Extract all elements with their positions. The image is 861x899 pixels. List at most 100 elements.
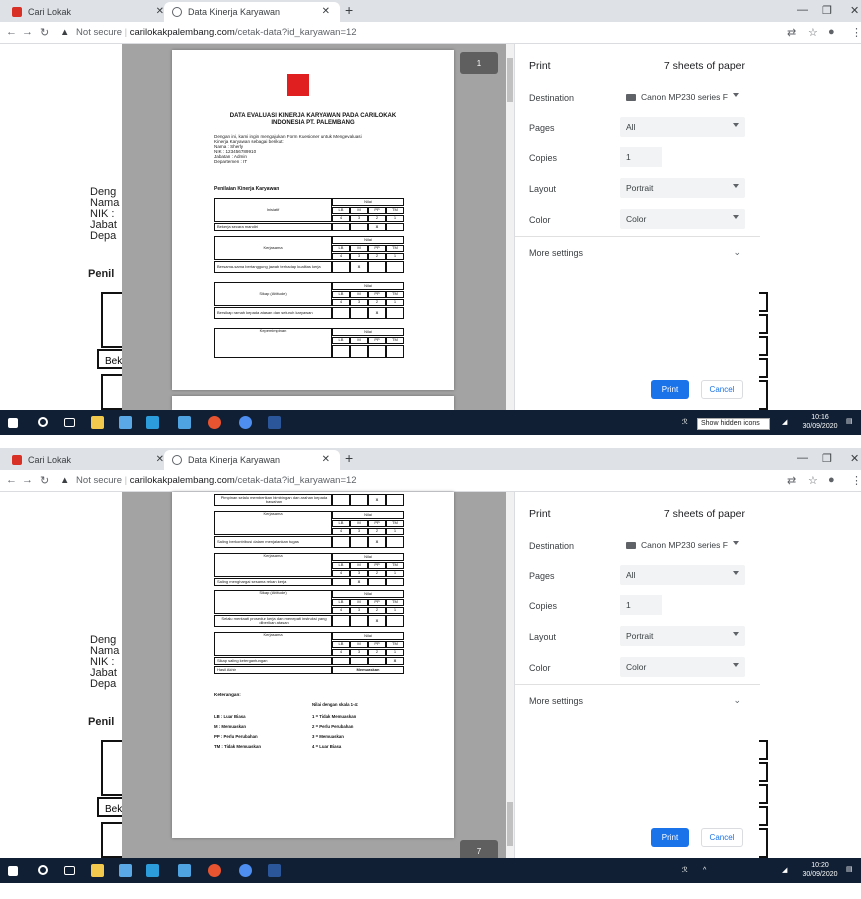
doc-cell: TM bbox=[386, 207, 404, 214]
close-icon[interactable]: ✕ bbox=[322, 6, 330, 17]
clock-date[interactable]: 30/09/2020 bbox=[798, 423, 842, 431]
back-icon[interactable]: ← bbox=[6, 26, 17, 38]
minimize-icon[interactable]: — bbox=[797, 452, 808, 464]
store-icon[interactable] bbox=[146, 416, 159, 429]
close-icon[interactable]: ✕ bbox=[156, 454, 164, 465]
search-icon[interactable] bbox=[38, 417, 48, 427]
chevron-down-icon[interactable]: ⌄ bbox=[733, 247, 741, 258]
maximize-icon[interactable]: ❐ bbox=[822, 4, 832, 17]
print-button[interactable]: Print bbox=[651, 828, 689, 847]
word-icon[interactable] bbox=[268, 416, 281, 429]
new-tab-icon[interactable]: + bbox=[345, 450, 353, 466]
more-settings-toggle[interactable]: More settings bbox=[529, 248, 583, 258]
tab-cari-lokak[interactable]: Cari Lokak ✕ bbox=[4, 450, 174, 470]
maximize-icon[interactable]: ❐ bbox=[822, 452, 832, 465]
url-field[interactable]: ▲ Not secure | carilokakpalembang.com/ce… bbox=[60, 475, 357, 486]
browser-icon[interactable] bbox=[239, 416, 252, 429]
profile-icon[interactable]: ● bbox=[828, 474, 835, 486]
new-tab-icon[interactable]: + bbox=[345, 2, 353, 18]
mail-icon[interactable] bbox=[178, 416, 191, 429]
app-icon[interactable] bbox=[91, 416, 104, 429]
doc-cell: 3 bbox=[350, 649, 368, 656]
site-favicon-icon bbox=[12, 7, 22, 17]
preview-scrollbar[interactable] bbox=[506, 492, 514, 858]
app-icon[interactable] bbox=[119, 416, 132, 429]
people-icon[interactable]: ℛ bbox=[682, 419, 688, 427]
profile-icon[interactable]: ● bbox=[828, 26, 835, 38]
mail-icon[interactable] bbox=[178, 864, 191, 877]
minimize-icon[interactable]: — bbox=[797, 4, 808, 16]
translate-icon[interactable]: ⇄ bbox=[787, 474, 796, 487]
url-field[interactable]: ▲ Not secure | carilokakpalembang.com/ce… bbox=[60, 27, 357, 38]
preview-scrollbar[interactable] bbox=[506, 44, 514, 410]
start-icon[interactable] bbox=[8, 866, 18, 876]
cancel-button[interactable]: Cancel bbox=[701, 828, 743, 847]
menu-icon[interactable]: ⋮ bbox=[851, 474, 861, 487]
translate-icon[interactable]: ⇄ bbox=[787, 26, 796, 39]
more-settings-toggle[interactable]: More settings bbox=[529, 696, 583, 706]
reload-icon[interactable]: ↻ bbox=[40, 474, 49, 487]
search-icon[interactable] bbox=[38, 865, 48, 875]
doc-title: INDONESIA PT. PALEMBANG bbox=[271, 120, 355, 126]
app-icon[interactable] bbox=[91, 864, 104, 877]
color-select[interactable]: Color bbox=[620, 657, 745, 677]
scrollbar-thumb[interactable] bbox=[507, 58, 513, 102]
close-icon[interactable]: ✕ bbox=[156, 6, 164, 17]
back-icon[interactable]: ← bbox=[6, 474, 17, 486]
word-icon[interactable] bbox=[268, 864, 281, 877]
clock-time[interactable]: 10:16 bbox=[800, 414, 840, 422]
tab-data-kinerja[interactable]: Data Kinerja Karyawan ✕ bbox=[164, 450, 340, 470]
chevron-down-icon bbox=[733, 571, 739, 575]
doc-text: TM : Tidak Memuaskan bbox=[214, 744, 261, 749]
clock-date[interactable]: 30/09/2020 bbox=[798, 871, 842, 879]
destination-select[interactable]: Canon MP230 series F bbox=[620, 87, 745, 107]
scrollbar-thumb[interactable] bbox=[507, 802, 513, 846]
tab-cari-lokak[interactable]: Cari Lokak ✕ bbox=[4, 2, 174, 22]
doc-text: 1 = Tidak Memuaskan bbox=[312, 714, 357, 719]
close-window-icon[interactable]: ✕ bbox=[850, 4, 859, 17]
color-select[interactable]: Color bbox=[620, 209, 745, 229]
doc-cell bbox=[332, 657, 350, 665]
doc-cell: LB bbox=[332, 641, 350, 648]
action-center-icon[interactable]: ▤ bbox=[846, 418, 853, 426]
notification-icon[interactable]: ◢ bbox=[782, 419, 787, 427]
reload-icon[interactable]: ↻ bbox=[40, 26, 49, 39]
chevron-up-icon[interactable]: ^ bbox=[703, 867, 706, 875]
clock-time[interactable]: 10:20 bbox=[800, 862, 840, 870]
start-icon[interactable] bbox=[8, 418, 18, 428]
layout-select[interactable]: Portrait bbox=[620, 178, 745, 198]
layout-label: Layout bbox=[529, 632, 557, 642]
star-icon[interactable]: ☆ bbox=[808, 474, 818, 487]
doc-cell: Bekerja secara mandiri bbox=[214, 223, 332, 231]
app-icon[interactable] bbox=[119, 864, 132, 877]
tab-data-kinerja[interactable]: Data Kinerja Karyawan ✕ bbox=[164, 2, 340, 22]
cancel-button[interactable]: Cancel bbox=[701, 380, 743, 399]
copies-input[interactable]: 1 bbox=[620, 147, 662, 167]
pages-select[interactable]: All bbox=[620, 565, 745, 585]
task-view-icon[interactable] bbox=[64, 418, 75, 427]
print-preview-area: DATA EVALUASI KINERJA KARYAWAN PADA CARI… bbox=[122, 44, 510, 410]
browser-icon[interactable] bbox=[239, 864, 252, 877]
layout-select[interactable]: Portrait bbox=[620, 626, 745, 646]
menu-icon[interactable]: ⋮ bbox=[851, 26, 861, 39]
copies-input[interactable]: 1 bbox=[620, 595, 662, 615]
forward-icon[interactable]: → bbox=[22, 26, 33, 38]
forward-icon[interactable]: → bbox=[22, 474, 33, 486]
doc-section-title: Penilaian Kinerja Karyawan bbox=[214, 186, 280, 192]
people-icon[interactable]: ℛ bbox=[682, 867, 688, 875]
close-icon[interactable]: ✕ bbox=[322, 454, 330, 465]
star-icon[interactable]: ☆ bbox=[808, 26, 818, 39]
destination-select[interactable]: Canon MP230 series F bbox=[620, 535, 745, 555]
divider bbox=[515, 236, 760, 237]
notification-icon[interactable]: ◢ bbox=[782, 867, 787, 875]
store-icon[interactable] bbox=[146, 864, 159, 877]
pages-select[interactable]: All bbox=[620, 117, 745, 137]
chevron-down-icon[interactable]: ⌄ bbox=[733, 695, 741, 706]
chrome-icon[interactable] bbox=[208, 864, 221, 877]
action-center-icon[interactable]: ▤ bbox=[846, 866, 853, 874]
chrome-icon[interactable] bbox=[208, 416, 221, 429]
print-button[interactable]: Print bbox=[651, 380, 689, 399]
doc-cell: M bbox=[350, 337, 368, 344]
close-window-icon[interactable]: ✕ bbox=[850, 452, 859, 465]
task-view-icon[interactable] bbox=[64, 866, 75, 875]
